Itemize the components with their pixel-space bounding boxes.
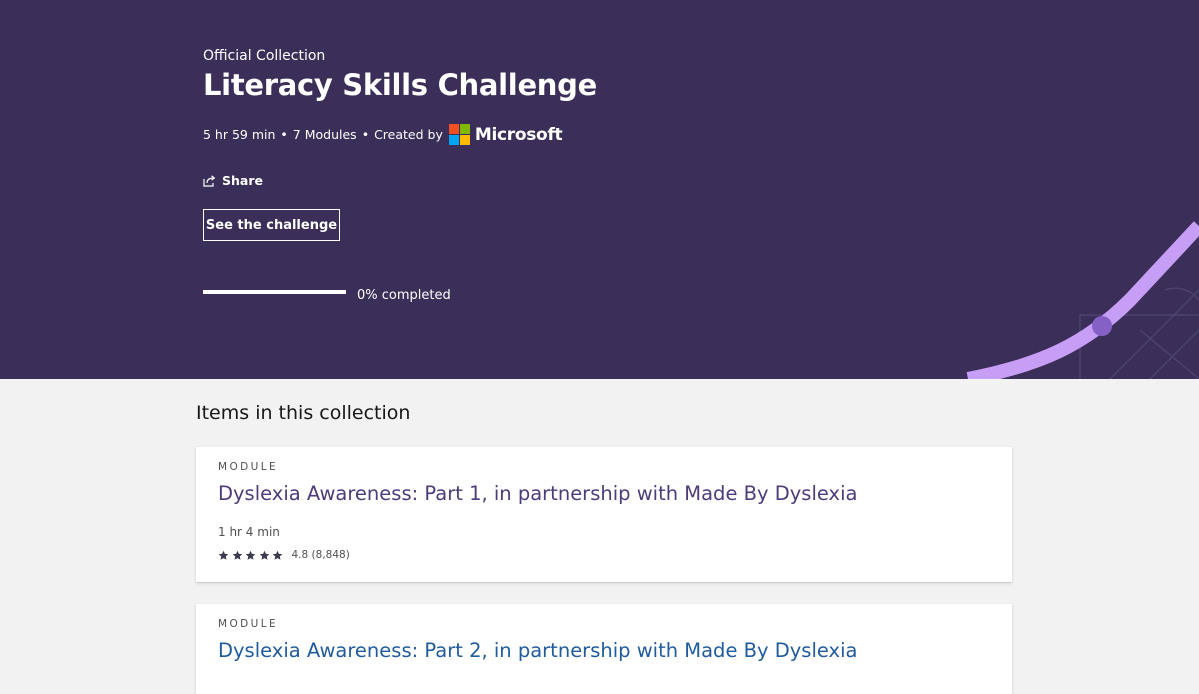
path-dot-icon — [1092, 316, 1112, 336]
progress-label: 0% completed — [357, 288, 451, 303]
meta-separator: • — [280, 127, 288, 142]
module-count: 7 Modules — [292, 127, 357, 142]
creator-name: Microsoft — [474, 124, 563, 145]
see-the-challenge-button[interactable]: See the challenge — [203, 209, 340, 241]
created-by-label: Created by — [374, 127, 443, 142]
collection-hero: Official Collection Literacy Skills Chal… — [0, 0, 1199, 379]
star-icon — [245, 550, 256, 560]
item-duration: 1 hr 4 min — [218, 525, 280, 539]
page-title: Literacy Skills Challenge — [203, 68, 597, 102]
section-heading: Items in this collection — [196, 402, 411, 424]
collection-kicker: Official Collection — [203, 48, 326, 64]
star-icon — [259, 550, 269, 560]
decorative-path-graphic — [966, 221, 1199, 379]
share-icon — [203, 174, 216, 187]
share-label: Share — [222, 173, 263, 188]
collection-meta: 5 hr 59 min • 7 Modules • Created by Mic… — [203, 124, 563, 145]
collection-item-card: MODULE Dyslexia Awareness: Part 1, in pa… — [196, 447, 1012, 582]
item-title-link[interactable]: Dyslexia Awareness: Part 2, in partnersh… — [218, 639, 857, 662]
item-rating: 4.8 (8,848) — [218, 549, 350, 561]
rating-value: 4.8 (8,848) — [291, 549, 350, 561]
collection-item-card: MODULE Dyslexia Awareness: Part 2, in pa… — [196, 604, 1012, 694]
item-type-label: MODULE — [218, 461, 278, 473]
share-button[interactable]: Share — [203, 173, 263, 188]
star-icon — [272, 550, 283, 560]
meta-separator: • — [361, 127, 370, 142]
star-icon — [218, 550, 229, 560]
item-type-label: MODULE — [218, 618, 278, 630]
rating-stars — [218, 550, 286, 561]
collection-duration: 5 hr 59 min — [203, 127, 276, 142]
star-icon — [232, 550, 242, 560]
item-title-link[interactable]: Dyslexia Awareness: Part 1, in partnersh… — [218, 482, 857, 505]
progress-bar — [203, 290, 346, 294]
microsoft-logo-icon — [448, 124, 470, 145]
